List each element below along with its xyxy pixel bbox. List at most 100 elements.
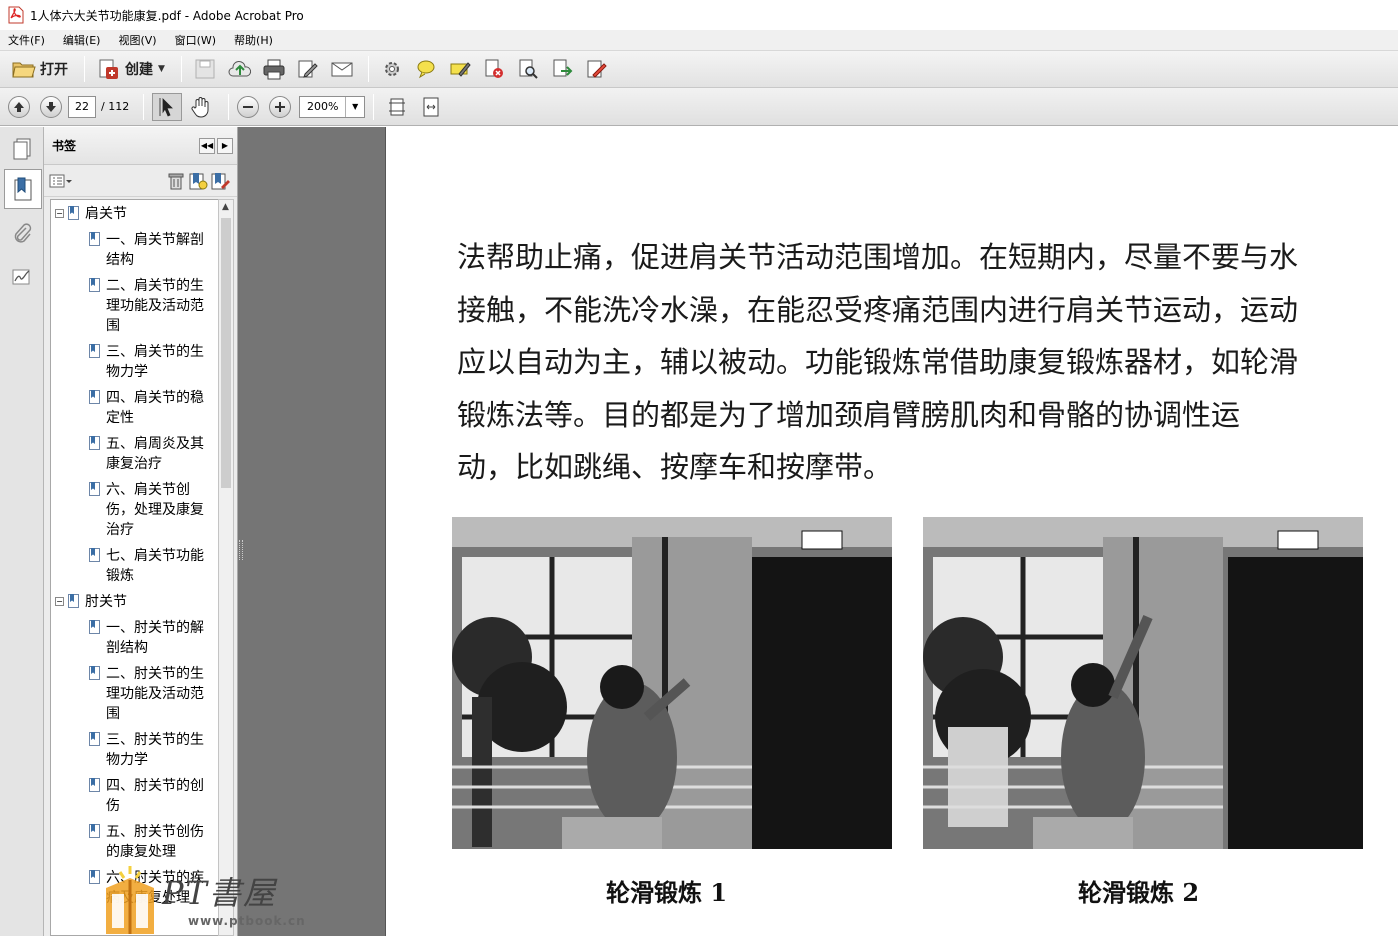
toolbar-separator	[373, 93, 375, 120]
email-button[interactable]	[326, 55, 356, 83]
printer-icon	[262, 58, 285, 80]
bookmarks-toolbar	[44, 165, 237, 197]
bookmark-icon	[89, 344, 100, 359]
expand-panel-button[interactable]: ▶	[217, 137, 233, 154]
new-bookmark-icon[interactable]	[187, 170, 209, 192]
scroll-up-icon[interactable]: ▲	[222, 202, 229, 212]
edit-document-icon	[296, 58, 318, 80]
fit-width-icon	[420, 96, 442, 118]
paperclip-icon	[14, 223, 32, 243]
pages-icon	[13, 138, 31, 160]
print-button[interactable]	[258, 55, 288, 83]
bookmark-item[interactable]: 七、肩关节功能锻炼	[89, 546, 208, 586]
open-button[interactable]: 打开	[8, 55, 72, 83]
bookmark-item[interactable]: − 肘关节	[55, 592, 187, 612]
options-menu-icon[interactable]	[48, 170, 74, 192]
page-body-text: 法帮助止痛，促进肩关节活动范围增加。在短期内，尽量不要与水 接触，不能洗冷水澡，…	[457, 231, 1367, 494]
menu-help[interactable]: 帮助(H)	[232, 30, 275, 50]
bookmark-icon	[68, 206, 79, 221]
exercise-photo-2	[923, 517, 1363, 849]
document-export-icon	[551, 58, 573, 80]
plus-icon	[275, 101, 286, 112]
edit-button[interactable]	[292, 55, 322, 83]
exercise-photo-1	[452, 517, 892, 849]
signatures-button[interactable]	[6, 261, 38, 293]
text-line: 应以自动为主，辅以被动。功能锻炼常借助康复锻炼器材，如轮滑	[457, 345, 1299, 379]
search-doc-button[interactable]	[513, 55, 543, 83]
bookmark-icon	[68, 594, 79, 609]
page-number-input[interactable]: 22	[68, 95, 96, 118]
zoom-in-button[interactable]	[269, 95, 292, 118]
folder-open-icon	[12, 58, 36, 80]
bookmark-item[interactable]: 六、肩关节创伤，处理及康复治疗	[89, 480, 208, 540]
bookmark-icon	[89, 548, 100, 563]
hand-tool-button[interactable]	[186, 93, 216, 121]
bookmarks-button[interactable]	[4, 169, 42, 209]
bookmark-item[interactable]: 四、肘关节的创伤	[89, 776, 208, 816]
bookmarks-scrollbar[interactable]: ▲	[218, 199, 234, 936]
bookmark-item[interactable]: 二、肩关节的生理功能及活动范围	[89, 276, 208, 336]
document-delete-icon	[483, 58, 505, 80]
zoom-out-button[interactable]	[237, 95, 260, 118]
zoom-value: 200%	[300, 96, 347, 117]
trash-icon[interactable]	[165, 170, 187, 192]
bookmark-icon	[89, 824, 100, 839]
bookmark-item[interactable]: 五、肘关节创伤的康复处理	[89, 822, 208, 862]
create-button[interactable]: 创建 ▼	[93, 55, 169, 83]
bookmark-item[interactable]: 二、肘关节的生理功能及活动范围	[89, 664, 208, 724]
bookmark-item[interactable]: 五、肩周炎及其康复治疗	[89, 434, 208, 474]
save-icon	[194, 58, 216, 80]
redact-button[interactable]	[479, 55, 509, 83]
menu-window[interactable]: 窗口(W)	[173, 30, 218, 50]
collapse-toggle[interactable]: −	[55, 209, 64, 218]
highlight-button[interactable]	[445, 55, 475, 83]
pdf-file-icon	[8, 6, 24, 24]
page-thumbnails-button[interactable]	[6, 133, 38, 165]
select-tool-button[interactable]	[152, 92, 183, 121]
minus-icon	[243, 105, 254, 108]
pane-resize-handle[interactable]	[239, 540, 243, 560]
comment-button[interactable]	[411, 55, 441, 83]
attachments-button[interactable]	[6, 217, 38, 249]
next-page-button[interactable]	[40, 95, 62, 118]
gear-icon	[381, 58, 403, 80]
previous-page-button[interactable]	[8, 95, 30, 118]
bookmarks-tree: − 肩关节 一、肩关节解剖结构 二、肩关节的生理功能及活动范围 三、肩关节的生物…	[50, 199, 222, 936]
bookmark-item[interactable]: 一、肩关节解剖结构	[89, 230, 208, 270]
bookmark-item[interactable]: 一、肘关节的解剖结构	[89, 618, 208, 658]
bookmark-icon	[89, 870, 100, 885]
bookmark-icon	[89, 482, 100, 497]
collapse-toggle[interactable]: −	[55, 597, 64, 606]
bookmark-item[interactable]: 三、肘关节的生物力学	[89, 730, 208, 770]
export-button[interactable]	[547, 55, 577, 83]
scrollbar-thumb[interactable]	[221, 218, 231, 488]
sign-button[interactable]	[581, 55, 611, 83]
arrow-up-icon	[14, 101, 24, 112]
toolbar-separator	[143, 93, 145, 120]
signature-icon	[12, 269, 30, 285]
document-page: 法帮助止痛，促进肩关节活动范围增加。在短期内，尽量不要与水 接触，不能洗冷水澡，…	[385, 127, 1398, 936]
menu-file[interactable]: 文件(F)	[6, 30, 47, 50]
menu-view[interactable]: 视图(V)	[116, 30, 158, 50]
bookmark-item[interactable]: − 肩关节	[55, 204, 187, 224]
menu-edit[interactable]: 编辑(E)	[61, 30, 103, 50]
upload-button[interactable]	[224, 55, 254, 83]
bookmark-icon	[89, 232, 100, 247]
save-button[interactable]	[190, 55, 220, 83]
toolbar-separator	[228, 93, 230, 120]
collapse-panel-button[interactable]: ◀◀	[199, 137, 215, 154]
bookmark-properties-icon[interactable]	[209, 170, 231, 192]
bookmark-item[interactable]: 三、肩关节的生物力学	[89, 342, 208, 382]
bookmark-item[interactable]: 四、肩关节的稳定性	[89, 388, 208, 428]
text-line: 接触，不能洗冷水澡，在能忍受疼痛范围内进行肩关节运动，运动	[457, 292, 1299, 327]
navigation-pane-rail	[0, 127, 44, 936]
fit-width-button[interactable]	[416, 93, 446, 121]
bookmark-icon	[89, 620, 100, 635]
chevron-down-icon[interactable]: ▼	[346, 97, 364, 117]
envelope-icon	[330, 58, 353, 80]
settings-button[interactable]	[377, 55, 407, 83]
bookmark-icon	[89, 732, 100, 747]
fit-page-button[interactable]	[382, 93, 412, 121]
zoom-select[interactable]: 200% ▼	[299, 95, 366, 118]
arrow-down-icon	[46, 101, 56, 112]
